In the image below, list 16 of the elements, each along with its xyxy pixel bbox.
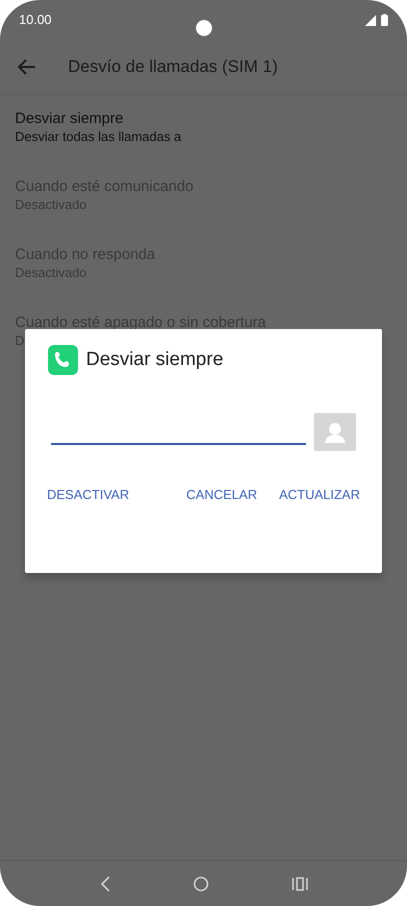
screen-title: Desvío de llamadas (SIM 1): [68, 56, 278, 78]
dialog-button[interactable]: DESACTIVAR: [47, 485, 130, 504]
back-arrow-icon[interactable]: [18, 59, 36, 75]
dialog-title: Desviar siempre: [86, 348, 224, 372]
signal-icon: [365, 14, 376, 26]
dialog-button[interactable]: ACTUALIZAR: [279, 485, 360, 504]
home-nav-icon[interactable]: [192, 876, 208, 892]
recents-nav-icon[interactable]: [292, 876, 308, 890]
phone-app-icon: [48, 345, 78, 375]
setting-title[interactable]: Desviar siempre: [15, 109, 392, 129]
camera-icon: [196, 20, 212, 36]
status-time: 10.00: [19, 11, 52, 30]
dialog-button[interactable]: CANCELAR: [186, 485, 258, 504]
battery-icon: [381, 14, 388, 26]
back-nav-icon[interactable]: [100, 876, 110, 892]
setting-subtitle: Desviar todas las llamadas a: [15, 129, 182, 145]
